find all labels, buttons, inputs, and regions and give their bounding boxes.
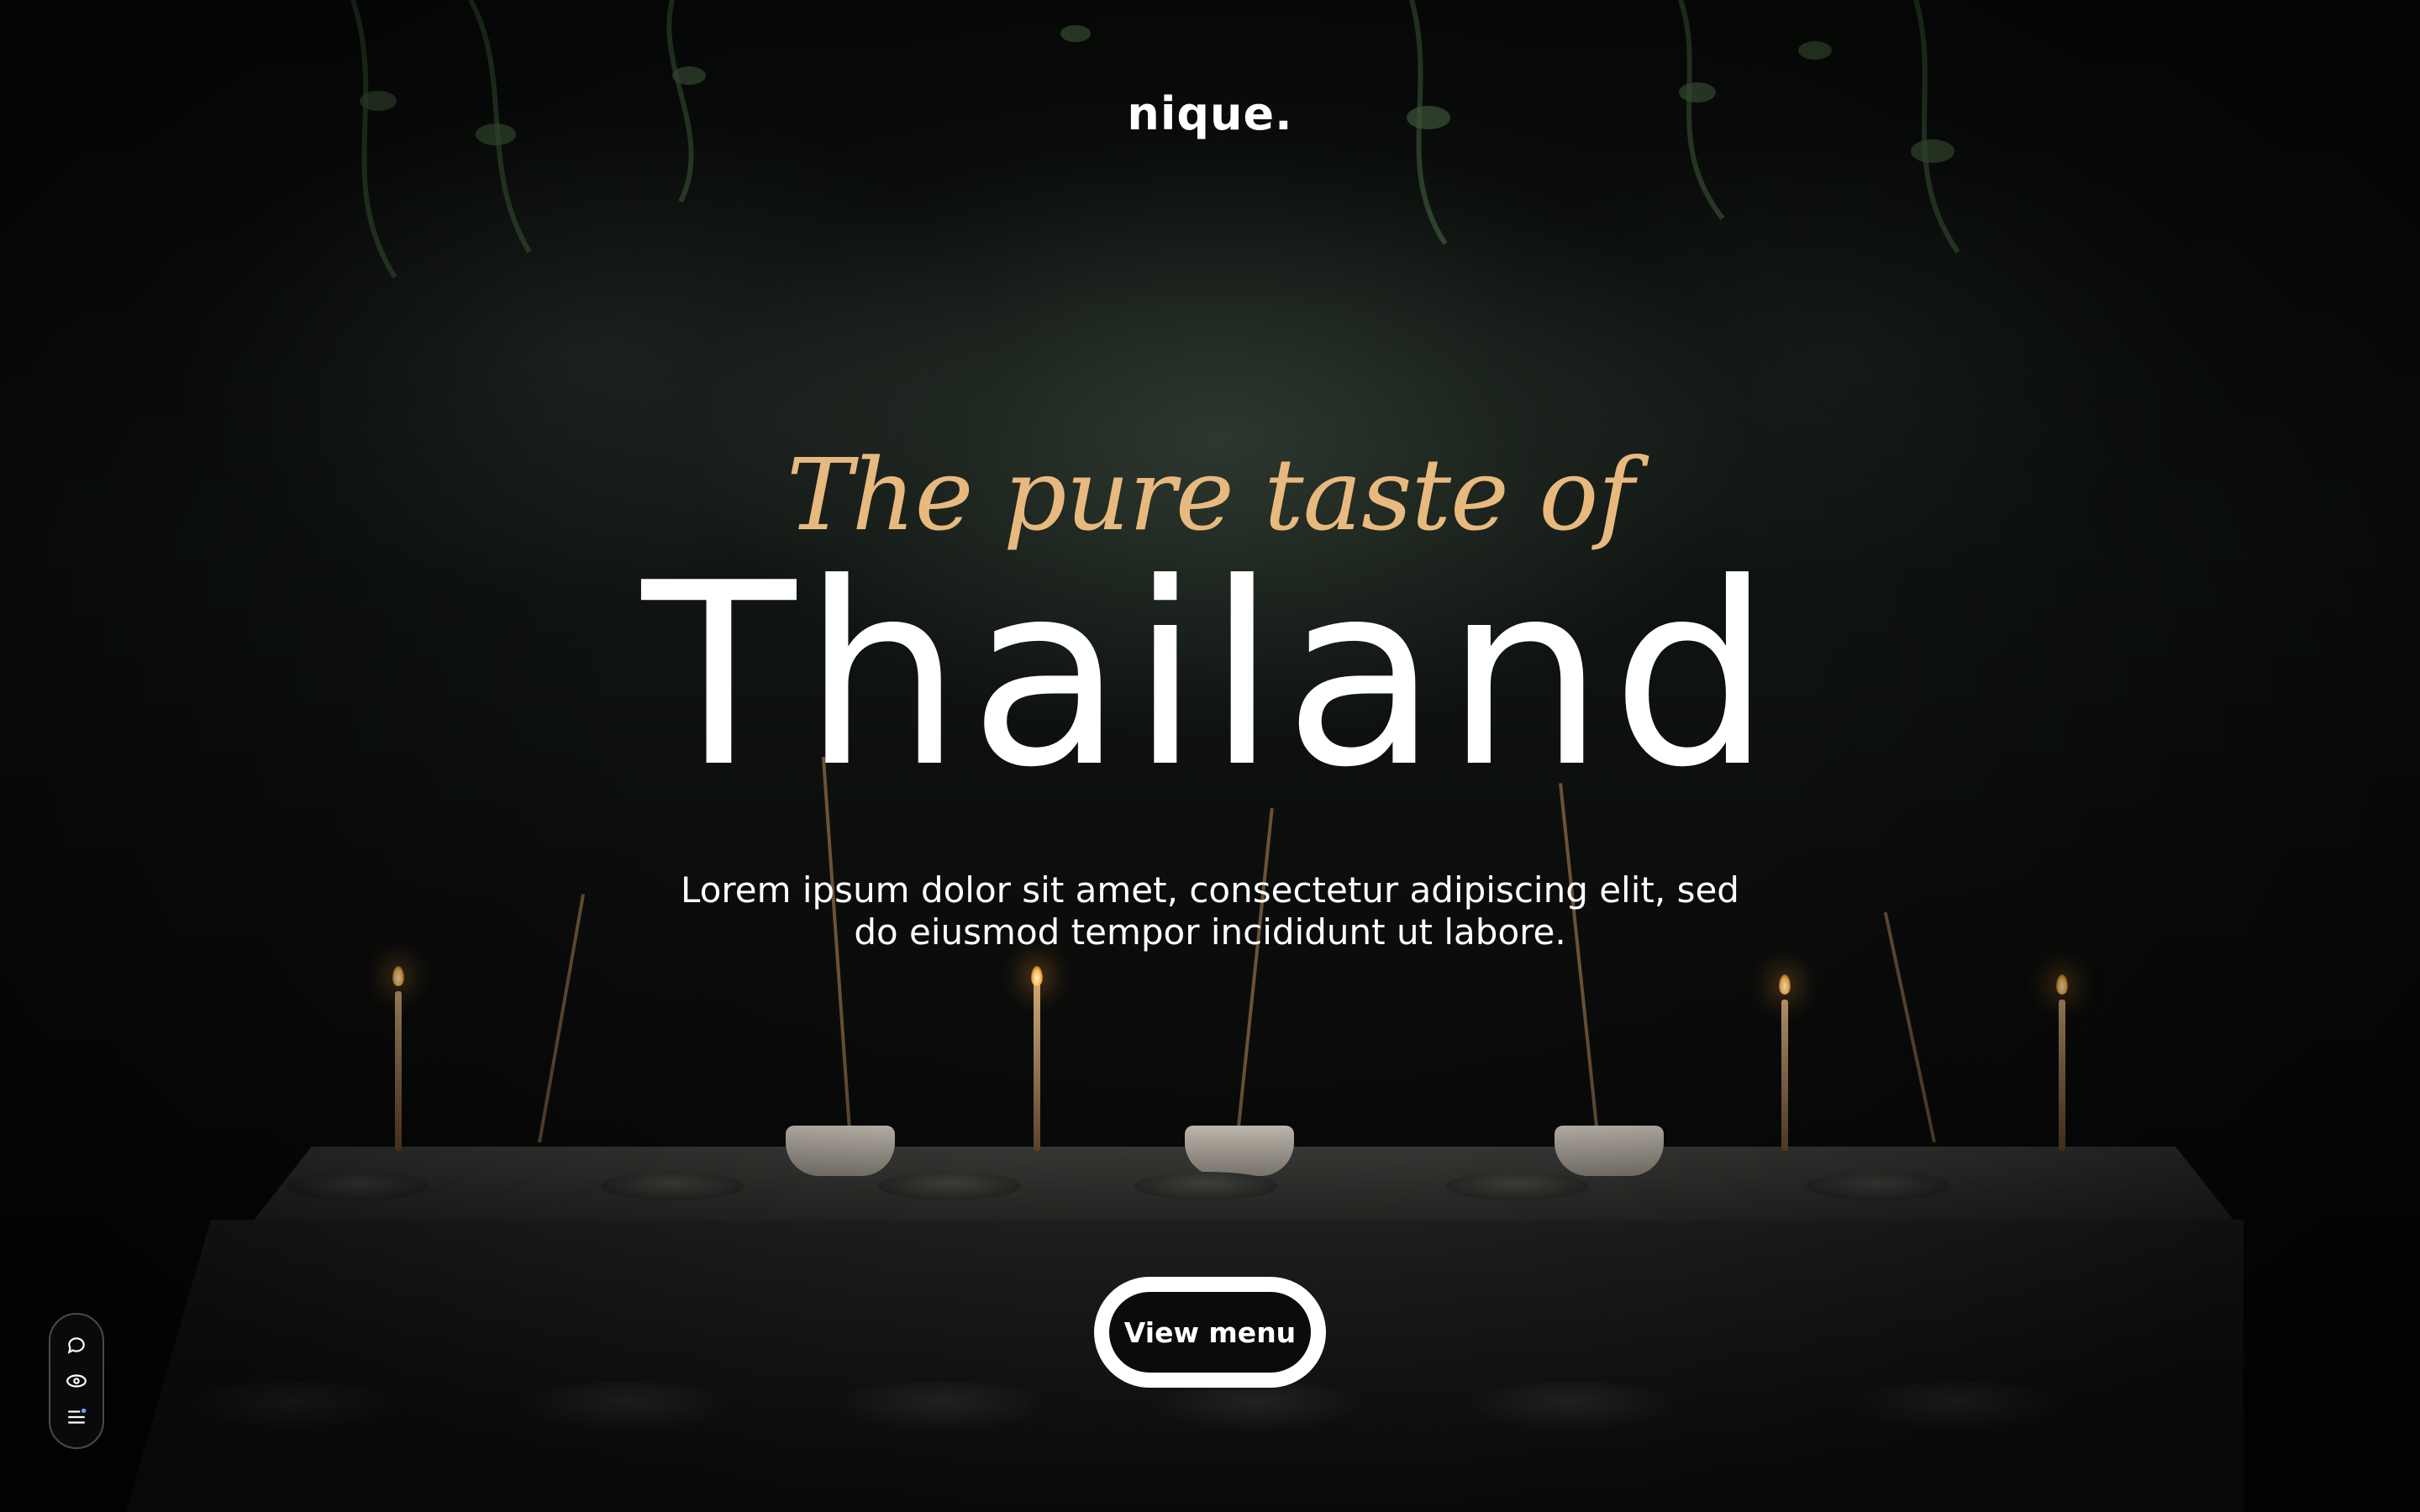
view-menu-button[interactable]: View menu: [1094, 1277, 1326, 1388]
hero-description: Lorem ipsum dolor sit amet, consectetur …: [681, 869, 1739, 953]
menu-list-button[interactable]: [60, 1400, 93, 1434]
eye-icon: [66, 1374, 87, 1388]
candle: [2059, 1000, 2065, 1151]
stool: [513, 1382, 739, 1432]
stool: [1844, 1382, 2071, 1432]
stool: [828, 1382, 1055, 1432]
candle-flame: [2056, 974, 2068, 995]
stalk-3: [1559, 783, 1600, 1143]
site-logo[interactable]: nique.: [0, 87, 2420, 140]
foliage-decoration: [350, 0, 1960, 279]
place-setting: [286, 1172, 429, 1200]
centerpiece-bowl: [786, 1126, 895, 1176]
hero-section: nique. The pure taste of Thailand Lorem …: [0, 0, 2420, 1512]
place-setting: [878, 1172, 1021, 1200]
side-toolbar: [49, 1313, 104, 1449]
place-setting: [1134, 1172, 1277, 1200]
stalk-4: [538, 894, 586, 1143]
hero-headline: Thailand: [641, 529, 1779, 822]
place-setting: [1445, 1172, 1588, 1200]
stalk-5: [1883, 911, 1936, 1143]
centerpiece-bowl: [1185, 1126, 1294, 1176]
place-setting: [1807, 1172, 1949, 1200]
chat-icon: [67, 1336, 85, 1354]
stool: [181, 1382, 408, 1432]
stool: [1143, 1382, 1370, 1432]
candle-flame: [1779, 974, 1791, 995]
stool: [1458, 1382, 1685, 1432]
centerpiece-bowl: [1555, 1126, 1664, 1176]
place-setting: [601, 1172, 744, 1200]
chat-button[interactable]: [60, 1328, 93, 1362]
candle: [1781, 1000, 1788, 1151]
candle: [395, 991, 402, 1151]
menu-list-icon: [68, 1409, 87, 1424]
stalk-2: [1235, 807, 1274, 1143]
preview-button[interactable]: [60, 1364, 93, 1398]
candle-flame: [392, 966, 404, 986]
candle: [1034, 983, 1040, 1151]
candle-flame: [1031, 966, 1043, 986]
